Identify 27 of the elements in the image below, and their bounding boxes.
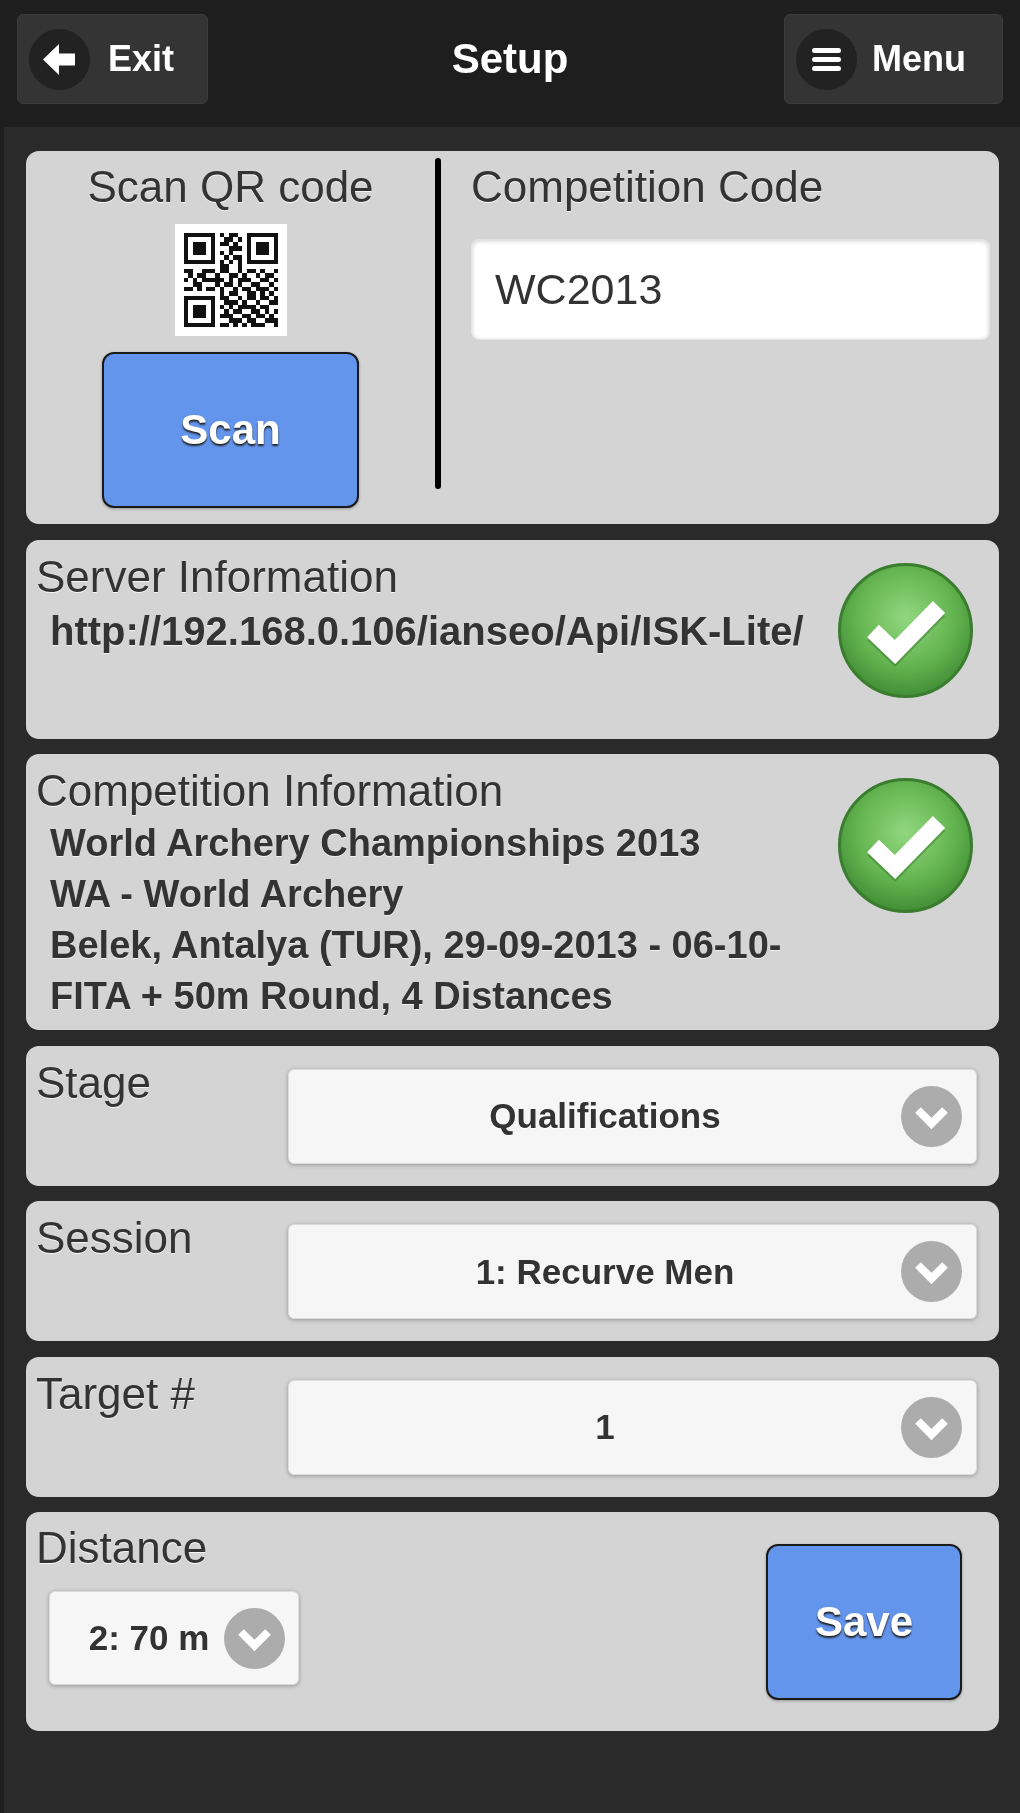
dropdown-select[interactable]: 2: 70 m <box>49 1591 299 1685</box>
competition-detail-text: World Archery Championships 2013 <box>49 821 702 866</box>
chevron-down-icon <box>901 1396 962 1458</box>
server-url-text: http://192.168.0.106/ianseo/Api/ISK-Lite/ <box>49 607 805 655</box>
qr-code-icon <box>174 224 287 336</box>
field-label: Session <box>35 1212 194 1264</box>
section-label: Scan QR code <box>87 161 374 212</box>
page-title: Setup <box>451 35 569 83</box>
dropdown-select[interactable]: Qualifications <box>288 1068 977 1164</box>
field-label: Target # <box>35 1367 196 1420</box>
chevron-down-icon <box>901 1085 962 1147</box>
dropdown-select[interactable]: 1: Recurve Men <box>288 1224 977 1319</box>
competition-detail-text: FITA + 50m Round, 4 Distances <box>49 974 614 1019</box>
chevron-down-icon <box>901 1241 962 1302</box>
section-label: Competition Code <box>471 161 825 212</box>
dropdown-select[interactable]: 1 <box>288 1379 977 1475</box>
chevron-down-icon <box>224 1607 285 1669</box>
code-input-field[interactable]: WC2013 <box>471 239 990 340</box>
section-label: Competition Information <box>36 765 505 816</box>
competition-detail-text: WA - World Archery <box>49 872 405 917</box>
field-label: Distance <box>36 1522 208 1573</box>
exit-button[interactable]: Exit <box>17 14 209 104</box>
competition-detail-text: Belek, Antalya (TUR), 29-09-2013 - 06-10- <box>49 923 783 968</box>
field-label: Stage <box>35 1056 152 1109</box>
menu-button[interactable]: Menu <box>784 14 1003 104</box>
menu-icon <box>796 28 857 90</box>
section-label: Server Information <box>36 550 399 602</box>
